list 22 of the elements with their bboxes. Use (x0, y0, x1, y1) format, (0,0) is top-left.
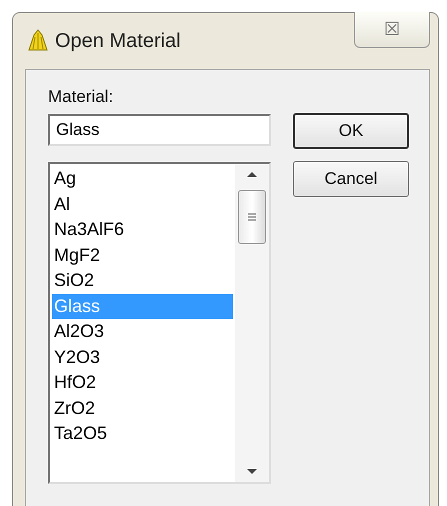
scroll-up-icon[interactable] (246, 170, 258, 178)
list-item[interactable]: Al2O3 (52, 319, 233, 344)
list-item[interactable]: Na3AlF6 (52, 217, 233, 242)
list-item[interactable]: Y2O3 (52, 344, 233, 370)
grip-icon (247, 212, 257, 222)
scrollbar[interactable] (235, 164, 269, 482)
bell-icon (27, 29, 49, 53)
list-item[interactable]: HfO2 (52, 370, 233, 396)
list-item[interactable]: MgF2 (52, 242, 233, 268)
window-title: Open Material (55, 29, 181, 54)
material-label: Material: (48, 86, 114, 108)
close-button[interactable]: ☒ (354, 12, 430, 48)
list-item[interactable]: ZrO2 (52, 396, 233, 421)
list-item[interactable]: Ta2O5 (52, 421, 233, 446)
cancel-button[interactable]: Cancel (293, 161, 409, 197)
list-item[interactable]: Ag (52, 166, 233, 192)
ok-button[interactable]: OK (293, 113, 409, 149)
list-item[interactable]: Al (52, 192, 233, 217)
list-item[interactable]: SiO2 (52, 268, 233, 294)
scroll-thumb[interactable] (238, 190, 266, 244)
scroll-down-icon[interactable] (246, 468, 258, 476)
material-field[interactable]: Glass (48, 114, 271, 146)
